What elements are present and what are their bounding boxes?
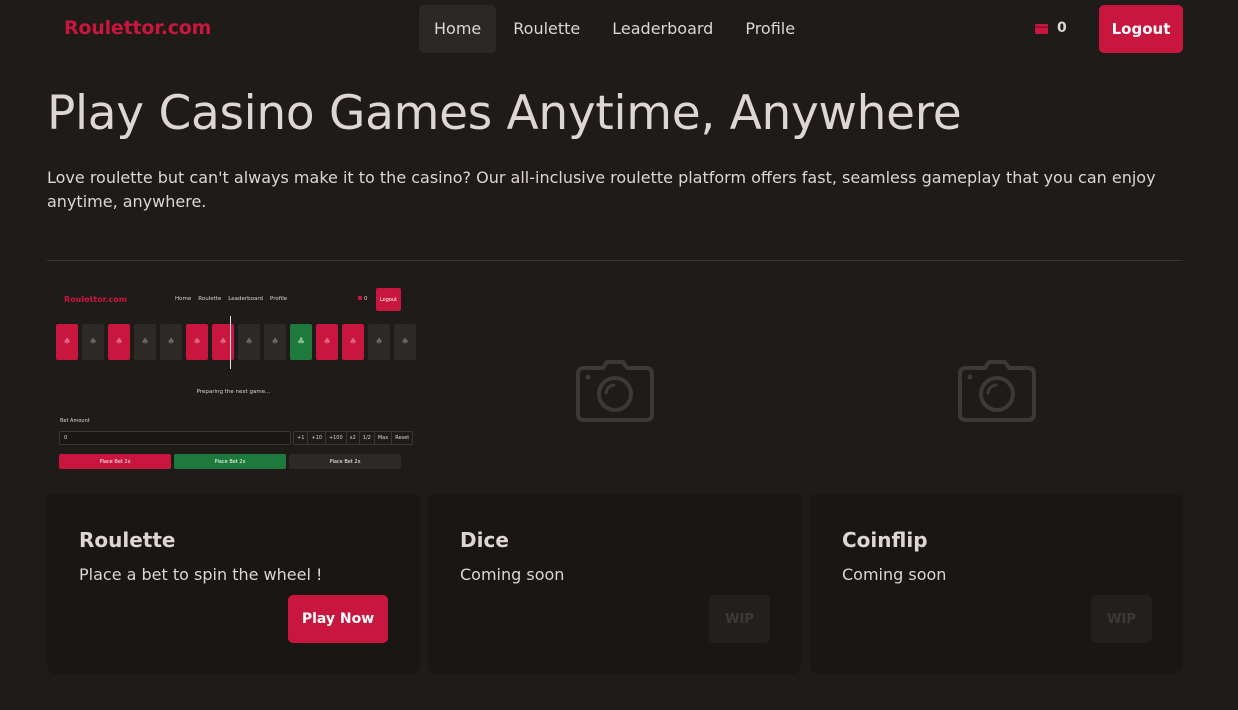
game-card-roulette: Roulettor.com Home Roulette Leaderboard … [47, 286, 420, 674]
nav-link-profile[interactable]: Profile [730, 5, 810, 53]
preview-tile-black: ♠ [82, 324, 104, 360]
preview-logout: Logout [376, 288, 401, 311]
hero-description: Love roulette but can't always make it t… [47, 168, 1156, 211]
preview-tile-red: ♠ [108, 324, 130, 360]
camera-icon [575, 359, 654, 422]
preview-quick-button: +10 [308, 432, 326, 444]
camera-icon [957, 359, 1036, 422]
preview-tile-green: ♣ [290, 324, 312, 360]
nav-links: Home Roulette Leaderboard Profile [419, 5, 812, 53]
navbar: Roulettor.com Home Roulette Leaderboard … [0, 0, 1238, 58]
section-divider [47, 260, 1183, 261]
preview-quick-button: Reset [395, 435, 410, 441]
preview-tile-black: ♠ [238, 324, 260, 360]
preview-tile-red: ♠ [342, 324, 364, 360]
play-now-button[interactable]: Play Now [288, 595, 388, 643]
nav-link-leaderboard[interactable]: Leaderboard [597, 5, 728, 53]
game-image-placeholder [428, 286, 801, 495]
preview-wallet-icon [358, 296, 362, 300]
preview-tile-black: ♠ [160, 324, 182, 360]
wallet-icon [1035, 23, 1048, 34]
preview-balance-value: 0 [364, 296, 368, 302]
preview-quick-button: x2 [347, 432, 360, 444]
game-card-coinflip: Coinflip Coming soon WIP [810, 286, 1183, 674]
preview-tile-strip: ♠ ♠ ♠ ♠ ♠ ♠ ♠ ♠ ♠ ♣ ♠ ♠ ♠ ♠ [56, 324, 416, 360]
preview-bet-button-green: Place Bet 2x [174, 454, 286, 469]
balance-value: 0 [1057, 20, 1067, 36]
preview-nav: Home Roulette Leaderboard Profile [175, 296, 287, 302]
game-title: Coinflip [842, 528, 928, 552]
preview-tile-red: ♠ [316, 324, 338, 360]
preview-tile-black: ♠ [394, 324, 416, 360]
preview-nav-item: Home [175, 296, 192, 302]
game-image-placeholder [810, 286, 1183, 495]
preview-nav-item: Roulette [198, 296, 222, 302]
preview-nav-item: Profile [270, 296, 288, 302]
game-description: Coming soon [460, 565, 565, 584]
preview-brand: Roulettor.com [64, 295, 128, 304]
roulette-preview-image: Roulettor.com Home Roulette Leaderboard … [47, 286, 420, 495]
preview-tile-black: ♠ [134, 324, 156, 360]
preview-bet-button-black: Place Bet 2x [289, 454, 401, 469]
preview-bet-buttons: Place Bet 2x Place Bet 2x Place Bet 2x [59, 454, 401, 469]
balance-display: 0 [1035, 20, 1067, 36]
nav-link-home[interactable]: Home [419, 5, 497, 53]
preview-status: Preparing the next game... [196, 389, 271, 395]
preview-tile-black: ♠ [368, 324, 390, 360]
preview-quick-button: Max [375, 432, 393, 444]
game-card-dice: Dice Coming soon WIP [428, 286, 801, 674]
game-description: Place a bet to spin the wheel ! [79, 565, 323, 584]
preview-tile-red: ♠ [56, 324, 78, 360]
logout-button[interactable]: Logout [1099, 5, 1183, 53]
preview-nav-item: Leaderboard [228, 296, 264, 302]
preview-marker [230, 316, 231, 369]
nav-link-roulette[interactable]: Roulette [498, 5, 595, 53]
preview-quick-button: +1 [294, 432, 309, 444]
wip-button[interactable]: WIP [1091, 595, 1152, 643]
preview-quick-buttons: +1 +10 +100 x2 1/2 Max Reset [293, 431, 414, 445]
preview-bet-input: 0 [59, 431, 291, 445]
game-title: Roulette [79, 528, 176, 552]
game-title: Dice [460, 528, 509, 552]
preview-bet-button-red: Place Bet 2x [59, 454, 171, 469]
preview-tile-black: ♠ [264, 324, 286, 360]
wip-button[interactable]: WIP [709, 595, 770, 643]
game-description: Coming soon [842, 565, 947, 584]
preview-balance: 0 [358, 296, 368, 302]
preview-quick-button: +100 [326, 432, 347, 444]
preview-quick-button: 1/2 [360, 432, 375, 444]
preview-tile-red: ♠ [186, 324, 208, 360]
brand-logo[interactable]: Roulettor.com [64, 17, 211, 39]
preview-bet-label: Bet Amount [60, 418, 90, 424]
page-title: Play Casino Games Anytime, Anywhere [47, 86, 962, 141]
